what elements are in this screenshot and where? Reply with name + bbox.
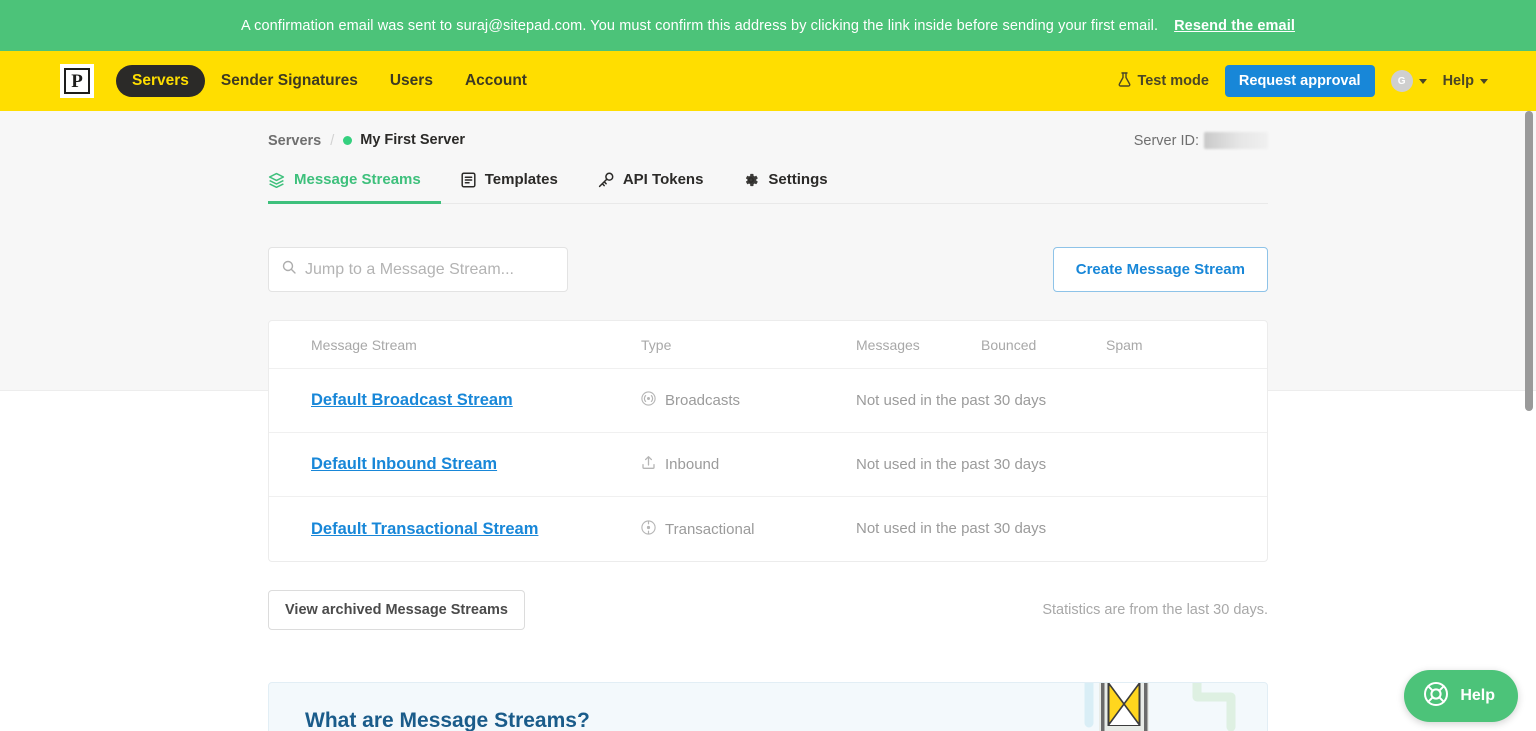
nav-item-users[interactable]: Users xyxy=(374,65,449,97)
table-cell-type-label: Broadcasts xyxy=(665,392,741,409)
table-cell-stats: Not used in the past 30 days xyxy=(856,392,1046,410)
broadcast-icon xyxy=(641,391,656,410)
table-row[interactable]: Default Transactional Stream Transaction… xyxy=(269,497,1267,561)
test-mode-indicator[interactable]: Test mode xyxy=(1118,71,1209,91)
top-navigation: P Servers Sender Signatures Users Accoun… xyxy=(0,51,1536,111)
server-tabs: Message Streams Templates API Tokens Set… xyxy=(268,171,1268,204)
info-card-title: What are Message Streams? xyxy=(305,709,590,731)
server-id: Server ID: xyxy=(1134,132,1268,149)
message-streams-table: Message Stream Type Messages Bounced Spa… xyxy=(268,320,1268,562)
primary-nav: Servers Sender Signatures Users Account xyxy=(116,65,543,97)
chevron-down-icon xyxy=(1480,78,1488,84)
page-scrollbar-thumb[interactable] xyxy=(1525,111,1533,411)
layers-icon xyxy=(268,172,285,188)
server-status-dot xyxy=(343,135,353,145)
nav-help-label: Help xyxy=(1442,73,1474,89)
help-widget-label: Help xyxy=(1460,687,1495,704)
table-cell-type: Inbound xyxy=(641,455,856,474)
app-root: A confirmation email was sent to suraj@s… xyxy=(0,0,1536,731)
table-header-row: Message Stream Type Messages Bounced Spa… xyxy=(269,321,1267,369)
key-icon xyxy=(598,172,614,188)
nav-help-menu[interactable]: Help xyxy=(1443,73,1488,89)
tab-api-tokens-label: API Tokens xyxy=(622,171,704,188)
breadcrumb-current-label: My First Server xyxy=(360,132,466,148)
page-body: Servers / My First Server Server ID: Mes… xyxy=(0,111,1536,731)
table-row[interactable]: Default Inbound Stream Inbound Not used … xyxy=(269,433,1267,497)
nav-item-account[interactable]: Account xyxy=(449,65,543,97)
avatar: G xyxy=(1390,70,1413,92)
content-container: Servers / My First Server Server ID: Mes… xyxy=(268,111,1268,731)
table-cell-stream: Default Broadcast Stream xyxy=(311,391,641,410)
column-header-spam: Spam xyxy=(1106,336,1143,353)
nav-right-group: Test mode Request approval G Help xyxy=(1118,65,1488,97)
breadcrumb-current-server: My First Server xyxy=(343,132,465,148)
table-cell-type-label: Inbound xyxy=(665,456,720,473)
table-cell-type-label: Transactional xyxy=(665,520,755,538)
table-cell-type: Broadcasts xyxy=(641,391,856,410)
inbound-icon xyxy=(641,455,656,474)
search-icon xyxy=(282,260,296,279)
postmark-logo[interactable]: P xyxy=(60,64,94,98)
column-header-bounced: Bounced xyxy=(981,336,1037,353)
table-cell-type: Transactional xyxy=(641,519,856,539)
create-message-stream-button[interactable]: Create Message Stream xyxy=(1052,247,1268,292)
chevron-down-icon xyxy=(1418,78,1427,84)
tab-settings[interactable]: Settings xyxy=(743,171,847,204)
tab-templates-label: Templates xyxy=(484,171,558,188)
streams-toolbar: Create Message Stream xyxy=(268,247,1268,292)
gear-icon xyxy=(743,172,759,188)
request-approval-button[interactable]: Request approval xyxy=(1224,65,1375,97)
tab-message-streams-label: Message Streams xyxy=(294,171,421,188)
server-id-value-redacted xyxy=(1204,132,1268,149)
account-menu[interactable]: G xyxy=(1390,70,1427,92)
tab-settings-label: Settings xyxy=(768,171,828,188)
tab-message-streams[interactable]: Message Streams xyxy=(268,171,441,204)
table-cell-stream: Default Inbound Stream xyxy=(311,455,641,474)
statistics-note: Statistics are from the last 30 days. xyxy=(1042,602,1268,618)
search-input[interactable] xyxy=(305,260,554,279)
nav-item-sender-signatures[interactable]: Sender Signatures xyxy=(205,65,374,97)
resend-email-link[interactable]: Resend the email xyxy=(1174,18,1295,34)
confirmation-banner: A confirmation email was sent to suraj@s… xyxy=(0,0,1536,51)
streams-footer: View archived Message Streams Statistics… xyxy=(268,590,1268,630)
table-cell-stats: Not used in the past 30 days xyxy=(856,520,1046,538)
column-header-message-stream: Message Stream xyxy=(311,336,417,353)
view-archived-streams-button[interactable]: View archived Message Streams xyxy=(268,590,525,630)
table-cell-stats: Not used in the past 30 days xyxy=(856,456,1046,474)
table-cell-stats-label: Not used in the past 30 days xyxy=(856,455,1047,473)
document-icon xyxy=(461,171,476,188)
stream-link-default-transactional[interactable]: Default Transactional Stream xyxy=(311,520,538,538)
stream-link-default-inbound[interactable]: Default Inbound Stream xyxy=(311,455,497,473)
column-header-type: Type xyxy=(641,336,672,353)
column-header-messages: Messages xyxy=(856,336,920,353)
postmark-logo-letter: P xyxy=(64,68,90,94)
table-cell-stats-label: Not used in the past 30 days xyxy=(856,391,1047,409)
table-cell-stats-label: Not used in the past 30 days xyxy=(856,520,1047,537)
help-widget-button[interactable]: Help xyxy=(1404,670,1518,722)
message-streams-info-card: What are Message Streams? xyxy=(268,682,1268,731)
stream-link-default-broadcast[interactable]: Default Broadcast Stream xyxy=(311,391,513,409)
breadcrumb-separator: / xyxy=(330,132,335,149)
nav-item-servers[interactable]: Servers xyxy=(116,65,205,97)
server-id-label: Server ID: xyxy=(1133,132,1199,149)
test-mode-label: Test mode xyxy=(1137,73,1209,89)
tab-templates[interactable]: Templates xyxy=(461,171,578,204)
transactional-icon xyxy=(641,519,656,539)
table-cell-stream: Default Transactional Stream xyxy=(311,520,641,539)
tab-api-tokens[interactable]: API Tokens xyxy=(598,171,724,204)
table-row[interactable]: Default Broadcast Stream Broadcasts Not … xyxy=(269,369,1267,433)
breadcrumb-servers[interactable]: Servers xyxy=(268,133,321,149)
confirmation-banner-text: A confirmation email was sent to suraj@s… xyxy=(241,17,1159,34)
search-box[interactable] xyxy=(268,247,568,292)
lifebuoy-icon xyxy=(1423,681,1449,712)
breadcrumb: Servers / My First Server Server ID: xyxy=(268,111,1268,149)
page-scrollbar[interactable] xyxy=(1521,111,1536,731)
envelope-illustration xyxy=(1077,683,1257,731)
flask-icon xyxy=(1118,71,1131,91)
